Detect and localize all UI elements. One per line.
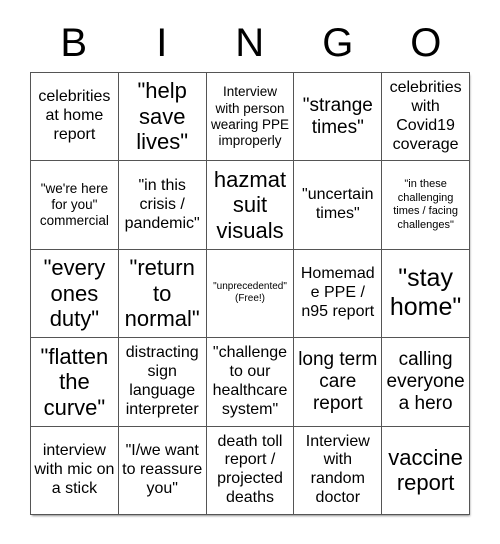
bingo-header-letter-n: N (235, 21, 265, 65)
bingo-cell-label: death toll report / projected deaths (217, 432, 283, 507)
bingo-cell[interactable]: celebrities with Covid19 coverage (382, 73, 470, 162)
bingo-cell-label: "strange times" (302, 94, 373, 138)
bingo-cell-label: celebrities at home report (38, 88, 111, 144)
bingo-cell-label: "help save lives" (136, 78, 189, 155)
bingo-cell-label: hazmat suit visuals (213, 166, 287, 243)
bingo-header-letter-b: B (60, 21, 88, 65)
bingo-cell[interactable]: interview with mic on a stick (31, 426, 119, 515)
bingo-cell[interactable]: "we're here for you" commercial (31, 161, 119, 250)
bingo-cell-label: "challenge to our healthcare system" (212, 344, 288, 418)
bingo-cell[interactable]: "in these challenging times / facing cha… (382, 161, 470, 250)
bingo-cell[interactable]: "return to normal" (118, 249, 207, 339)
bingo-cell-label: Interview with random doctor (305, 432, 370, 507)
bingo-header: B I N G O (30, 14, 470, 72)
bingo-cell[interactable]: Interview with random doctor (294, 426, 383, 515)
bingo-cell[interactable]: "every ones duty" (31, 249, 119, 339)
bingo-header-letter-i: I (156, 21, 168, 65)
bingo-cell[interactable]: distracting sign language interpreter (118, 338, 207, 427)
bingo-cell-label: celebrities with Covid19 coverage (389, 78, 462, 153)
bingo-cell[interactable]: "help save lives" (118, 73, 207, 162)
bingo-cell-label: "flatten the curve" (40, 343, 109, 420)
bingo-cell[interactable]: "challenge to our healthcare system" (206, 338, 295, 427)
bingo-cell-label: "stay home" (389, 263, 462, 322)
bingo-cell[interactable]: Homemade PPE / n95 report (294, 249, 383, 339)
bingo-cell[interactable]: "in this crisis / pandemic" (118, 161, 207, 250)
bingo-cell-label: interview with mic on a stick (34, 441, 115, 497)
bingo-cell[interactable]: "I/we want to reassure you" (118, 426, 207, 515)
bingo-cell[interactable]: calling everyone a hero (382, 338, 470, 427)
bingo-cell-label: Interview with person wearing PPE improp… (210, 84, 290, 148)
bingo-cell[interactable]: "flatten the curve" (31, 338, 119, 427)
bingo-cell[interactable]: vaccine report (382, 426, 470, 515)
bingo-cell-label: "return to normal" (124, 255, 200, 332)
bingo-cell-label: vaccine report (388, 444, 463, 496)
bingo-cell-label: Homemade PPE / n95 report (300, 265, 375, 320)
bingo-cell-label: "in this crisis / pandemic" (124, 176, 200, 232)
bingo-cell-label: distracting sign language interpreter (125, 344, 199, 418)
bingo-card: B I N G O celebrities at home report "hel… (0, 0, 500, 544)
bingo-header-letter-g: G (322, 21, 354, 65)
bingo-cell-label: "uncertain times" (302, 186, 374, 223)
bingo-cell-label: "unprecedented" (Free!) (213, 280, 287, 305)
bingo-header-letter-o: O (410, 21, 442, 65)
bingo-free-space[interactable]: "unprecedented" (Free!) (206, 249, 295, 339)
bingo-cell[interactable]: Interview with person wearing PPE improp… (206, 73, 295, 162)
bingo-cell-label: "every ones duty" (43, 255, 106, 332)
bingo-cell-label: "I/we want to reassure you" (122, 441, 203, 497)
bingo-cell[interactable]: "uncertain times" (294, 161, 383, 250)
bingo-cell-label: calling everyone a hero (386, 348, 465, 414)
bingo-cell[interactable]: hazmat suit visuals (206, 161, 295, 250)
bingo-cell[interactable]: "stay home" (382, 249, 470, 339)
bingo-cell-label: "in these challenging times / facing cha… (393, 178, 458, 231)
bingo-cell[interactable]: "strange times" (294, 73, 383, 162)
bingo-cell-label: "we're here for you" commercial (39, 180, 109, 229)
bingo-grid: celebrities at home report "help save liv… (30, 72, 470, 515)
bingo-cell[interactable]: celebrities at home report (31, 73, 119, 162)
bingo-cell[interactable]: long term care report (294, 338, 383, 427)
bingo-cell[interactable]: death toll report / projected deaths (206, 426, 295, 515)
bingo-cell-label: long term care report (298, 348, 378, 414)
